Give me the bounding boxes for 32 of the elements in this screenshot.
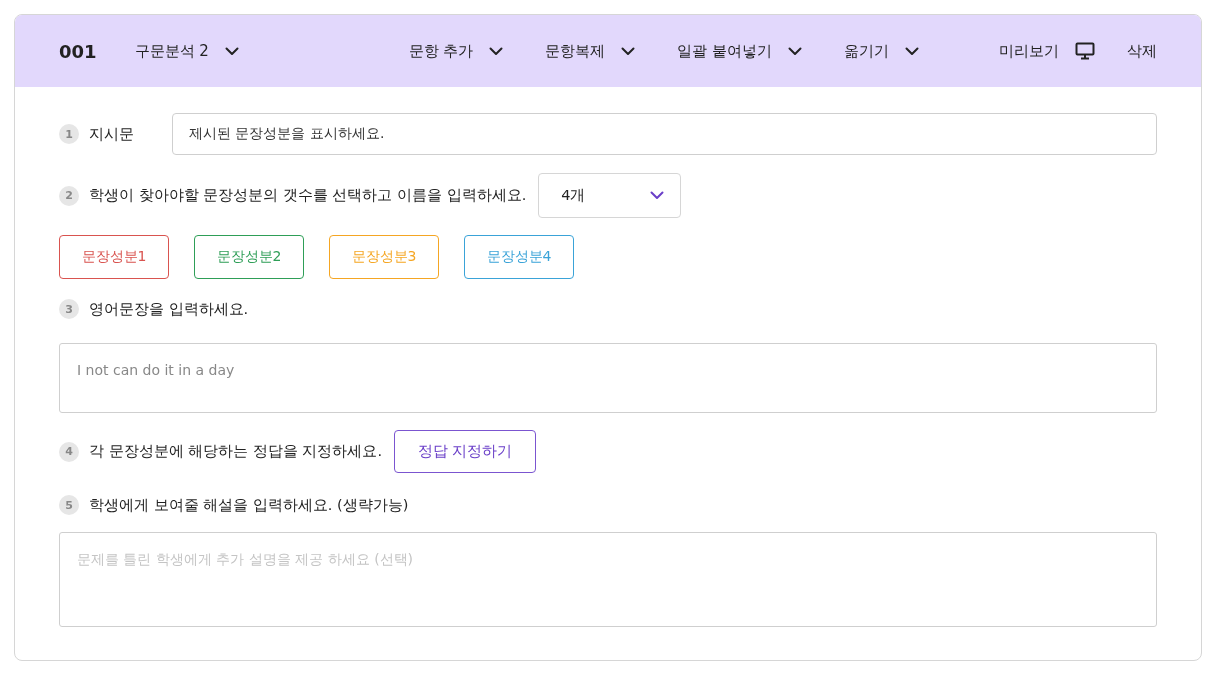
step-label: 각 문장성분에 해당하는 정답을 지정하세요. [89,442,383,461]
chevron-down-icon [489,46,504,56]
step-number: 2 [59,185,79,206]
step-label: 학생이 찾아야할 문장성분의 갯수를 선택하고 이름을 입력하세요. [89,186,527,205]
component-button[interactable]: 문장성분2 [194,235,304,279]
menu-item[interactable]: 문항복제 [545,41,636,61]
menu-item[interactable]: 문항 추가 [408,41,504,61]
type-menu[interactable]: 구문분석 2 [134,41,239,61]
menu-item[interactable]: 옮기기 [844,41,920,61]
chevron-down-icon [788,46,803,56]
step-number: 5 [59,495,79,515]
step-number: 3 [59,299,79,319]
preview-button[interactable]: 미리보기 [999,41,1095,61]
chevron-down-icon [621,46,636,56]
step-label: 영어문장을 입력하세요. [89,299,249,319]
chevron-down-icon [650,191,665,200]
menu-item[interactable]: 일괄 붙여넣기 [677,41,803,61]
instruction-field[interactable]: 제시된 문장성분을 표시하세요. [172,113,1157,155]
delete-button[interactable]: 삭제 [1127,41,1157,61]
step-number: 4 [59,441,79,462]
step-label: 지시문 [89,124,134,144]
text-area[interactable]: I not can do it in a day [59,343,1157,413]
text-area[interactable]: 문제를 틀린 학생에게 추가 설명을 제공 하세요 (선택) [59,532,1157,627]
step-label: 학생에게 보여줄 해설을 입력하세요. (생략가능) [89,495,409,515]
chevron-down-icon [905,46,920,56]
step-number: 1 [59,124,79,144]
count-dropdown[interactable]: 4개 [538,173,682,218]
set-answer-button[interactable]: 정답 지정하기 [394,430,537,473]
item-number: 001 [59,40,97,62]
chevron-down-icon [224,46,239,56]
monitor-icon [1075,42,1095,60]
component-button[interactable]: 문장성분1 [59,235,169,279]
